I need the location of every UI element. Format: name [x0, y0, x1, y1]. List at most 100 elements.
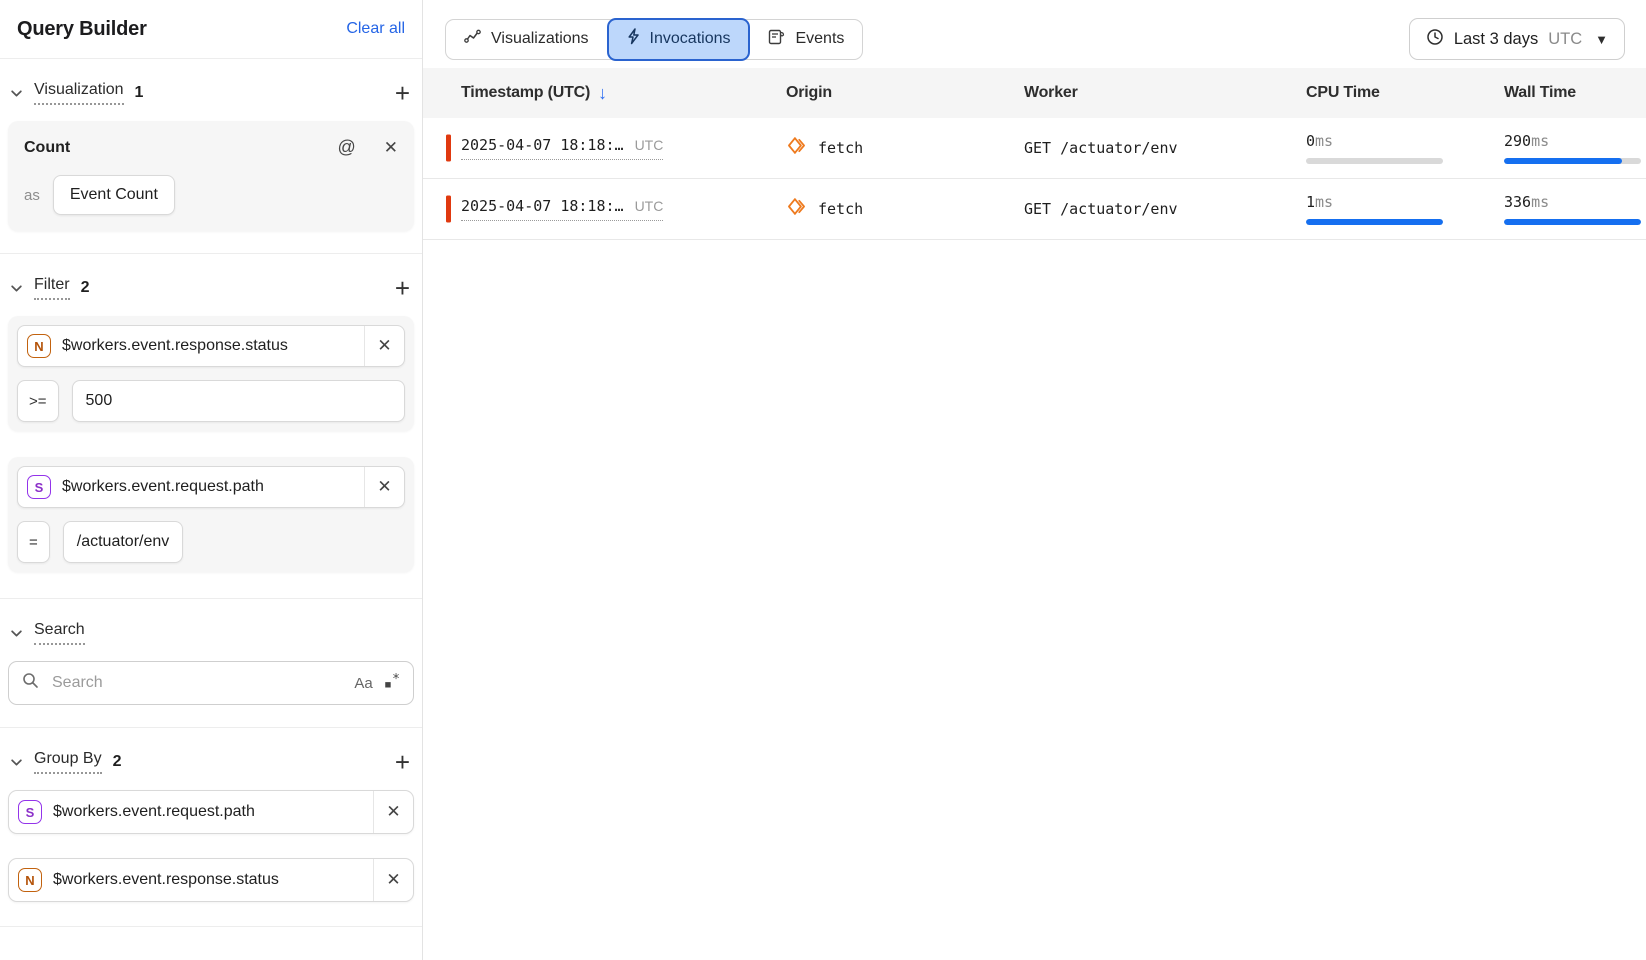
- worker-fetch-icon: [786, 196, 807, 222]
- filter-field-name: $workers.event.response.status: [62, 337, 364, 355]
- section-divider: [0, 253, 422, 254]
- column-worker[interactable]: Worker: [1024, 84, 1078, 102]
- time-range-selector[interactable]: Last 3 days UTC ▼: [1409, 18, 1625, 60]
- add-visualization-button[interactable]: +: [395, 83, 410, 103]
- group-by-row[interactable]: S $workers.event.request.path ✕: [8, 790, 414, 834]
- group-by-row[interactable]: N $workers.event.response.status ✕: [8, 858, 414, 902]
- add-filter-button[interactable]: +: [395, 278, 410, 298]
- tab-label: Visualizations: [491, 30, 589, 48]
- remove-group-by-icon[interactable]: ✕: [373, 791, 413, 833]
- visualization-section-label[interactable]: Visualization: [34, 81, 124, 105]
- lightning-bolt-icon: [627, 28, 640, 50]
- timestamp-link[interactable]: 2025-04-07 18:18:… UTC: [461, 197, 663, 221]
- column-origin[interactable]: Origin: [786, 84, 832, 102]
- string-type-badge: S: [27, 475, 51, 499]
- filter-operator[interactable]: =: [17, 521, 50, 563]
- event-list-icon: [768, 29, 785, 50]
- tab-label: Invocations: [650, 30, 731, 48]
- caret-down-icon: ▼: [1595, 32, 1608, 47]
- invocations-table: Timestamp (UTC) ↓ Origin Worker CPU Time…: [423, 68, 1646, 240]
- filter-count: 2: [81, 279, 90, 297]
- filter-card: S $workers.event.request.path ✕ = /actua…: [8, 457, 414, 572]
- tab-visualizations[interactable]: Visualizations: [446, 19, 607, 60]
- chevron-down-icon[interactable]: [10, 282, 23, 295]
- filter-operator[interactable]: >=: [17, 380, 59, 422]
- workers-observability-app: Query Builder Clear all Visualization 1 …: [0, 0, 1646, 960]
- as-label: as: [24, 187, 40, 204]
- wall-time-bar: [1504, 158, 1641, 164]
- chevron-down-icon[interactable]: [10, 756, 23, 769]
- filter-field-row[interactable]: S $workers.event.request.path ✕: [17, 466, 405, 508]
- number-type-badge: N: [27, 334, 51, 358]
- chevron-down-icon[interactable]: [10, 627, 23, 640]
- timestamp-link[interactable]: 2025-04-07 18:18:… UTC: [461, 136, 663, 160]
- alias-button[interactable]: Event Count: [53, 175, 175, 215]
- results-toolbar: Visualizations Invocations Events: [423, 0, 1646, 68]
- time-range-label: Last 3 days: [1454, 30, 1538, 49]
- filter-value-input[interactable]: 500: [72, 380, 405, 422]
- search-box: Aa ▪*: [8, 661, 414, 705]
- filter-section-label[interactable]: Filter: [34, 276, 70, 300]
- filter-field-row[interactable]: N $workers.event.response.status ✕: [17, 325, 405, 367]
- sort-descending-icon[interactable]: ↓: [598, 83, 607, 104]
- section-divider: [0, 727, 422, 728]
- query-builder-panel: Query Builder Clear all Visualization 1 …: [0, 0, 423, 960]
- cpu-time-unit: ms: [1315, 132, 1333, 150]
- wall-time-bar: [1504, 219, 1641, 225]
- table-row[interactable]: 2025-04-07 18:18:… UTC fetch GET /actuat…: [423, 118, 1646, 179]
- timezone-label: UTC: [1548, 30, 1582, 49]
- query-builder-body: Visualization 1 + Count @ ✕ as Event Cou…: [0, 81, 422, 927]
- worker-fetch-icon: [786, 135, 807, 161]
- group-by-section-label[interactable]: Group By: [34, 750, 102, 774]
- worker-route-value: GET /actuator/env: [1024, 200, 1178, 218]
- regex-toggle-icon[interactable]: ▪*: [384, 672, 400, 693]
- metric-function-label: Count: [24, 139, 70, 157]
- section-divider: [0, 926, 422, 927]
- cpu-time-bar: [1306, 219, 1443, 225]
- origin-value: fetch: [818, 139, 863, 157]
- match-case-toggle[interactable]: Aa: [354, 675, 372, 692]
- error-status-indicator: [446, 135, 451, 162]
- remove-filter-icon[interactable]: ✕: [364, 326, 404, 366]
- search-section-header: Search: [10, 621, 410, 645]
- section-divider: [0, 598, 422, 599]
- chevron-down-icon[interactable]: [10, 87, 23, 100]
- clock-icon: [1426, 28, 1444, 51]
- string-type-badge: S: [18, 800, 42, 824]
- search-icon: [22, 672, 39, 694]
- column-cpu-time[interactable]: CPU Time: [1306, 84, 1380, 102]
- cpu-time-value: 0: [1306, 132, 1315, 150]
- remove-visualization-icon[interactable]: ✕: [384, 138, 398, 158]
- group-by-field-name: $workers.event.response.status: [53, 871, 373, 889]
- add-group-by-button[interactable]: +: [395, 752, 410, 772]
- tab-events[interactable]: Events: [750, 19, 862, 60]
- remove-group-by-icon[interactable]: ✕: [373, 859, 413, 901]
- tab-label: Events: [795, 30, 844, 48]
- table-row[interactable]: 2025-04-07 18:18:… UTC fetch GET /actuat…: [423, 179, 1646, 240]
- filter-value-input[interactable]: /actuator/env: [63, 521, 184, 563]
- search-input[interactable]: [50, 673, 343, 693]
- remove-filter-icon[interactable]: ✕: [364, 467, 404, 507]
- visualization-card: Count @ ✕ as Event Count: [8, 121, 414, 231]
- search-section-label[interactable]: Search: [34, 621, 85, 645]
- clear-all-link[interactable]: Clear all: [346, 20, 405, 38]
- at-sign-icon[interactable]: @: [337, 137, 355, 158]
- visualization-count: 1: [135, 84, 144, 102]
- line-chart-icon: [464, 29, 481, 49]
- column-wall-time[interactable]: Wall Time: [1504, 84, 1576, 102]
- worker-route-value: GET /actuator/env: [1024, 139, 1178, 157]
- visualization-section-header: Visualization 1 +: [10, 81, 410, 105]
- group-by-field-name: $workers.event.request.path: [53, 803, 373, 821]
- tab-invocations[interactable]: Invocations: [607, 18, 751, 61]
- number-type-badge: N: [18, 868, 42, 892]
- cpu-time-value: 1: [1306, 193, 1315, 211]
- wall-time-unit: ms: [1531, 132, 1549, 150]
- error-status-indicator: [446, 196, 451, 223]
- query-builder-header: Query Builder Clear all: [0, 0, 422, 59]
- view-tabs: Visualizations Invocations Events: [445, 19, 863, 60]
- timestamp-value: 2025-04-07 18:18:…: [461, 136, 624, 154]
- wall-time-unit: ms: [1531, 193, 1549, 211]
- cpu-time-bar: [1306, 158, 1443, 164]
- filter-section-header: Filter 2 +: [10, 276, 410, 300]
- column-timestamp[interactable]: Timestamp (UTC): [461, 84, 590, 102]
